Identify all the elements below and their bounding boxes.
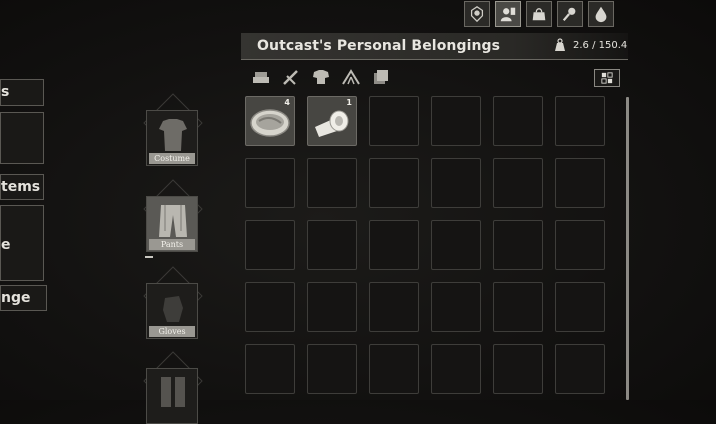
inventory-slot[interactable]: 1 bbox=[307, 96, 357, 146]
inventory-slot[interactable] bbox=[431, 282, 481, 332]
equip-slot-costume[interactable]: Costume bbox=[143, 93, 203, 166]
item-count: 4 bbox=[284, 98, 290, 107]
equip-label-gloves: Gloves bbox=[149, 326, 195, 337]
inventory-grid: 4 1 bbox=[245, 96, 605, 394]
inventory-slot[interactable] bbox=[493, 96, 543, 146]
bowl-icon bbox=[250, 109, 290, 137]
filter-armor[interactable] bbox=[310, 67, 332, 87]
inventory-slot[interactable] bbox=[307, 220, 357, 270]
skills-icon bbox=[562, 7, 576, 22]
expand-button[interactable] bbox=[594, 69, 620, 87]
inventory-slot[interactable] bbox=[555, 220, 605, 270]
inventory-slot[interactable] bbox=[493, 282, 543, 332]
skills-tab-button[interactable] bbox=[557, 1, 583, 27]
inventory-slot[interactable]: 4 bbox=[245, 96, 295, 146]
top-icon-bar bbox=[464, 1, 614, 27]
equip-slot-pants[interactable]: Pants bbox=[143, 179, 203, 252]
equip-slot-boots[interactable] bbox=[143, 351, 203, 424]
inventory-slot[interactable] bbox=[493, 220, 543, 270]
equip-label-costume: Costume bbox=[149, 153, 195, 164]
left-tab-1[interactable]: s bbox=[0, 79, 44, 106]
left-tab-2[interactable] bbox=[0, 112, 44, 164]
inventory-slot[interactable] bbox=[245, 158, 295, 208]
inventory-tab-button[interactable] bbox=[495, 1, 521, 27]
inventory-slot[interactable] bbox=[431, 344, 481, 394]
boots-icon bbox=[161, 377, 185, 407]
weight-icon bbox=[555, 38, 565, 51]
costume-icon bbox=[159, 119, 187, 151]
inventory-slot[interactable] bbox=[369, 220, 419, 270]
character-icon bbox=[470, 6, 484, 23]
inventory-slot[interactable] bbox=[245, 220, 295, 270]
inventory-slot[interactable] bbox=[307, 158, 357, 208]
crafting-tab-button[interactable] bbox=[588, 1, 614, 27]
materials-icon bbox=[253, 72, 269, 83]
inventory-slot[interactable] bbox=[369, 158, 419, 208]
character-tab-button[interactable] bbox=[464, 1, 490, 27]
inventory-slot[interactable] bbox=[555, 344, 605, 394]
camp-icon bbox=[342, 69, 360, 85]
inventory-icon bbox=[500, 7, 516, 22]
inventory-slot[interactable] bbox=[555, 158, 605, 208]
inventory-slot[interactable] bbox=[369, 96, 419, 146]
inventory-scrollbar[interactable] bbox=[626, 97, 629, 400]
filter-materials[interactable] bbox=[250, 67, 272, 87]
inventory-slot[interactable] bbox=[369, 282, 419, 332]
inventory-slot[interactable] bbox=[493, 344, 543, 394]
armor-icon bbox=[313, 70, 329, 84]
inventory-slot[interactable] bbox=[369, 344, 419, 394]
weapons-icon bbox=[283, 70, 298, 85]
left-tab-4[interactable]: e bbox=[0, 205, 44, 281]
inventory-slot[interactable] bbox=[245, 282, 295, 332]
inventory-slot[interactable] bbox=[555, 96, 605, 146]
panel-title: Outcast's Personal Belongings bbox=[257, 38, 501, 54]
pants-icon bbox=[159, 205, 187, 237]
weight-value: 2.6 / 150.4 bbox=[573, 39, 628, 51]
filter-camp[interactable] bbox=[340, 67, 362, 87]
gloves-icon bbox=[163, 296, 183, 322]
inventory-slot[interactable] bbox=[431, 158, 481, 208]
item-count: 1 bbox=[346, 98, 352, 107]
inventory-slot[interactable] bbox=[307, 282, 357, 332]
equip-slot-gloves[interactable]: Gloves bbox=[143, 266, 203, 339]
storage-tab-button[interactable] bbox=[526, 1, 552, 27]
weight-display: 2.6 / 150.4 bbox=[553, 38, 627, 52]
filter-misc[interactable] bbox=[370, 67, 392, 87]
category-filters bbox=[250, 67, 392, 87]
inventory-slot[interactable] bbox=[431, 220, 481, 270]
inventory-slot[interactable] bbox=[307, 344, 357, 394]
inventory-slot[interactable] bbox=[493, 158, 543, 208]
misc-icon bbox=[374, 70, 388, 84]
inventory-slot[interactable] bbox=[245, 344, 295, 394]
water-drop-icon bbox=[595, 6, 607, 23]
storage-icon bbox=[532, 8, 546, 21]
durability-bar bbox=[145, 256, 153, 258]
equip-label-pants: Pants bbox=[149, 239, 195, 250]
left-tab-items[interactable]: tems bbox=[0, 174, 44, 200]
bandage-icon bbox=[315, 110, 349, 137]
expand-icon bbox=[601, 72, 613, 84]
left-tab-exchange[interactable]: nge bbox=[0, 285, 47, 311]
inventory-slot[interactable] bbox=[431, 96, 481, 146]
inventory-slot[interactable] bbox=[555, 282, 605, 332]
filter-weapons[interactable] bbox=[280, 67, 302, 87]
